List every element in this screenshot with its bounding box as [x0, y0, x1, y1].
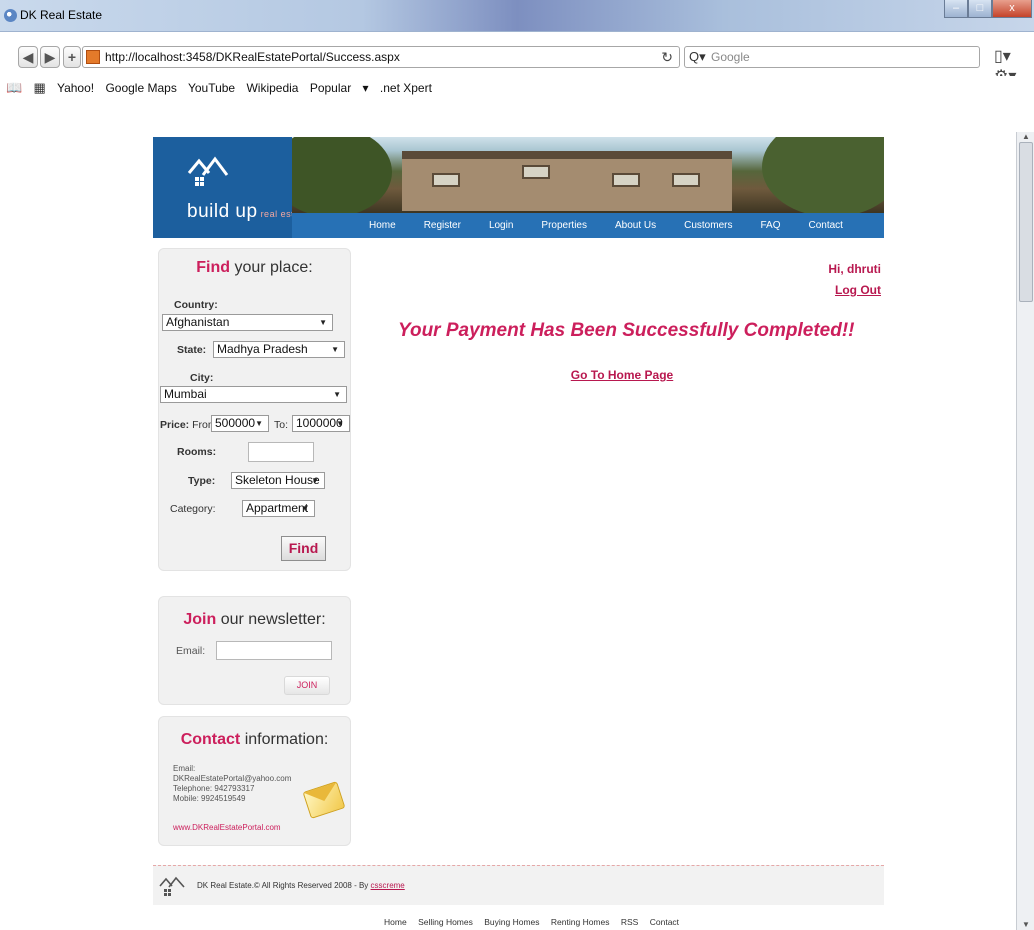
back-button[interactable]: ◀: [18, 46, 38, 68]
bookmarks-bar: 📖 ▦ Yahoo! Google Maps YouTube Wikipedia…: [0, 76, 1034, 100]
bookmark-popular-label: Popular: [309, 81, 352, 95]
rooms-input[interactable]: [248, 442, 314, 462]
site-header: build up real estate Home Register Login …: [153, 137, 884, 238]
forward-button[interactable]: ▶: [40, 46, 60, 68]
chevron-down-icon: ▼: [336, 419, 344, 428]
browser-globe-icon: [4, 9, 17, 22]
contact-email-label: Email:: [173, 764, 196, 773]
footer-link-rss[interactable]: RSS: [621, 917, 638, 927]
find-panel: Find your place:: [158, 248, 351, 571]
payment-success-message: Your Payment Has Been Successfully Compl…: [398, 320, 855, 341]
contact-website[interactable]: www.DKRealEstatePortal.com: [173, 823, 281, 832]
contact-telephone: Telephone: 942793317: [173, 784, 255, 793]
address-text: http://localhost:3458/DKRealEstatePortal…: [105, 50, 400, 64]
price-to-select[interactable]: 1000000 ▼: [292, 415, 350, 432]
footer-logo-icon: [159, 876, 185, 896]
menu-contact[interactable]: Contact: [809, 213, 843, 238]
menu-home[interactable]: Home: [369, 213, 396, 238]
grid-icon[interactable]: ▦: [34, 80, 46, 95]
newsletter-email-label: Email:: [176, 645, 206, 657]
maximize-button[interactable]: □: [968, 0, 992, 18]
site-footer: DK Real Estate.© All Rights Reserved 200…: [153, 865, 884, 905]
menu-faq[interactable]: FAQ: [760, 213, 780, 238]
city-label: City:: [190, 372, 214, 384]
go-home-link[interactable]: Go To Home Page: [540, 368, 704, 382]
search-icon: Q▾: [689, 49, 706, 64]
search-box[interactable]: Q▾ Google: [684, 46, 980, 68]
contact-title: Contact information:: [180, 731, 329, 748]
type-select[interactable]: Skeleton House ▼: [231, 472, 325, 489]
bookmark-popular[interactable]: Popular ▾: [310, 81, 369, 95]
site-logo[interactable]: build up real estate: [153, 137, 308, 238]
contact-mobile: Mobile: 9924519549: [173, 794, 246, 803]
close-button[interactable]: x: [992, 0, 1032, 18]
state-select[interactable]: Madhya Pradesh ▼: [213, 341, 345, 358]
menu-customers[interactable]: Customers: [684, 213, 732, 238]
footer-link-buying-homes[interactable]: Buying Homes: [484, 917, 539, 927]
address-bar[interactable]: http://localhost:3458/DKRealEstatePortal…: [82, 46, 680, 68]
footer-link-contact[interactable]: Contact: [650, 917, 679, 927]
join-button[interactable]: JOIN: [284, 676, 330, 695]
newsletter-title: Join our newsletter:: [183, 611, 326, 628]
price-from-select[interactable]: 500000 ▼: [211, 415, 269, 432]
footer-links: Home Selling Homes Buying Homes Renting …: [384, 917, 688, 927]
chevron-down-icon: ▼: [331, 345, 339, 354]
reload-icon[interactable]: ↻: [661, 47, 673, 67]
menu-register[interactable]: Register: [424, 213, 461, 238]
logout-link[interactable]: Log Out: [800, 283, 881, 297]
scroll-up-icon[interactable]: ▲: [1019, 132, 1033, 142]
chevron-down-icon: ▼: [255, 419, 263, 428]
type-label: Type:: [188, 475, 216, 487]
user-greeting: Hi, dhruti: [828, 262, 881, 276]
window-titlebar: DK Real Estate – □ x: [0, 0, 1034, 32]
footer-link-home[interactable]: Home: [384, 917, 407, 927]
window-title: DK Real Estate: [20, 8, 103, 22]
vertical-scrollbar[interactable]: ▲ ▼: [1016, 132, 1034, 930]
bookmark-yahoo[interactable]: Yahoo!: [57, 81, 94, 95]
category-label: Category:: [170, 503, 216, 515]
bookmark-google-maps[interactable]: Google Maps: [105, 81, 176, 95]
menu-about-us[interactable]: About Us: [615, 213, 656, 238]
footer-copyright: DK Real Estate.© All Rights Reserved 200…: [197, 881, 405, 890]
contact-email[interactable]: DKRealEstatePortal@yahoo.com: [173, 774, 291, 783]
chevron-down-icon: ▼: [333, 390, 341, 399]
scrollbar-thumb[interactable]: [1019, 142, 1033, 302]
state-label: State:: [177, 344, 207, 356]
scroll-down-icon[interactable]: ▼: [1019, 920, 1033, 930]
menu-login[interactable]: Login: [489, 213, 513, 238]
country-label: Country:: [174, 299, 218, 311]
bookmark-wikipedia[interactable]: Wikipedia: [246, 81, 298, 95]
bookmark-net-xpert[interactable]: .net Xpert: [380, 81, 432, 95]
menu-properties[interactable]: Properties: [541, 213, 587, 238]
footer-link-renting-homes[interactable]: Renting Homes: [551, 917, 610, 927]
main-menu: Home Register Login Properties About Us …: [292, 213, 884, 238]
rooms-label: Rooms:: [177, 446, 217, 458]
price-to-label: To:: [274, 419, 289, 431]
chevron-down-icon: ▼: [301, 504, 309, 513]
city-select[interactable]: Mumbai ▼: [160, 386, 347, 403]
book-icon[interactable]: 📖: [6, 80, 22, 95]
category-select[interactable]: Appartment ▼: [242, 500, 315, 517]
country-select[interactable]: Afghanistan ▼: [162, 314, 333, 331]
header-house-photo: [292, 137, 884, 213]
find-button[interactable]: Find: [281, 536, 326, 561]
chevron-down-icon: ▼: [311, 476, 319, 485]
house-logo-icon: [187, 156, 229, 186]
bookmark-youtube[interactable]: YouTube: [188, 81, 235, 95]
footer-link-selling-homes[interactable]: Selling Homes: [418, 917, 473, 927]
site-icon: [86, 50, 100, 64]
add-bookmark-button[interactable]: +: [63, 46, 81, 68]
newsletter-email-input[interactable]: [216, 641, 332, 660]
credit-link[interactable]: csscreme: [371, 881, 405, 890]
logo-text: build up real estate: [187, 201, 309, 222]
find-title: Find your place:: [196, 259, 313, 276]
chevron-down-icon: ▼: [319, 318, 327, 327]
browser-toolbar: ◀ ▶ + http://localhost:3458/DKRealEstate…: [0, 32, 1034, 85]
minimize-button[interactable]: –: [944, 0, 968, 18]
search-placeholder: Google: [711, 50, 750, 64]
